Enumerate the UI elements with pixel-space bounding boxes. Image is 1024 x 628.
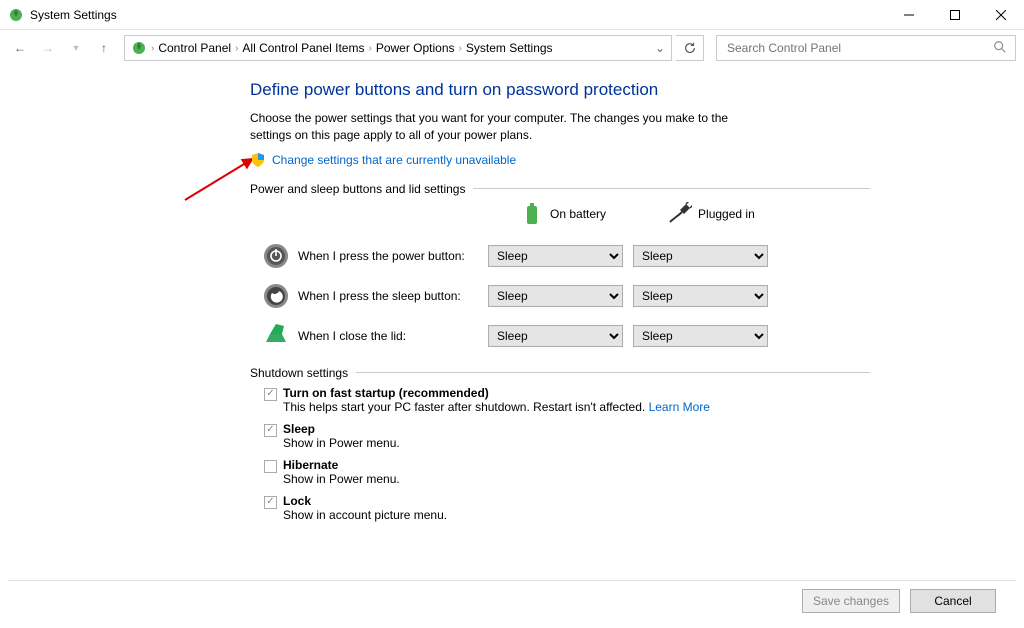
checkbox-sub: Show in Power menu. — [283, 472, 400, 486]
search-box[interactable] — [716, 35, 1016, 61]
chevron-right-icon: › — [459, 43, 462, 54]
search-icon — [993, 40, 1007, 57]
lid-battery-select[interactable]: Sleep — [488, 325, 623, 347]
checkbox-label: Lock — [283, 494, 447, 508]
window-controls — [886, 0, 1024, 30]
shutdown-list: Turn on fast startup (recommended) This … — [264, 386, 870, 522]
divider — [356, 372, 870, 373]
footer: Save changes Cancel — [8, 580, 1016, 620]
checkbox-fast-startup: Turn on fast startup (recommended) This … — [264, 386, 870, 414]
section-legend: Shutdown settings — [250, 366, 870, 380]
breadcrumb-item[interactable]: Power Options — [376, 41, 455, 55]
checkbox[interactable] — [264, 496, 277, 509]
close-button[interactable] — [978, 0, 1024, 30]
plug-icon — [668, 202, 692, 226]
battery-icon — [520, 202, 544, 226]
sleep-button-icon — [262, 282, 290, 310]
lid-plugged-select[interactable]: Sleep — [633, 325, 768, 347]
row-close-lid: When I close the lid: Sleep Sleep — [250, 316, 870, 356]
checkbox-sub: Show in Power menu. — [283, 436, 400, 450]
window-title: System Settings — [30, 8, 117, 22]
refresh-icon — [683, 41, 697, 55]
forward-button[interactable]: → — [36, 36, 60, 60]
chevron-right-icon: › — [151, 43, 154, 54]
laptop-lid-icon — [262, 322, 290, 350]
cancel-button[interactable]: Cancel — [910, 589, 996, 613]
refresh-button[interactable] — [676, 35, 704, 61]
back-button[interactable]: ← — [8, 36, 32, 60]
shield-icon — [250, 152, 266, 168]
change-settings-row: Change settings that are currently unava… — [250, 152, 870, 168]
chevron-down-icon[interactable]: ⌄ — [655, 41, 665, 55]
row-label: When I press the sleep button: — [298, 289, 488, 303]
col-battery-label: On battery — [550, 207, 606, 221]
up-button[interactable]: ↑ — [92, 36, 116, 60]
chevron-right-icon: › — [368, 43, 371, 54]
column-headers: On battery Plugged in — [250, 202, 870, 226]
checkbox-sub: This helps start your PC faster after sh… — [283, 400, 710, 414]
minimize-button[interactable] — [886, 0, 932, 30]
section-legend: Power and sleep buttons and lid settings — [250, 182, 870, 196]
recent-locations-button[interactable]: ▾ — [64, 36, 88, 60]
sleep-button-plugged-select[interactable]: Sleep — [633, 285, 768, 307]
power-button-battery-select[interactable]: Sleep — [488, 245, 623, 267]
section-legend-text: Shutdown settings — [250, 366, 348, 380]
row-sleep-button: When I press the sleep button: Sleep Sle… — [250, 276, 870, 316]
breadcrumb-item[interactable]: System Settings — [466, 41, 553, 55]
section-legend-text: Power and sleep buttons and lid settings — [250, 182, 465, 196]
checkbox[interactable] — [264, 460, 277, 473]
power-button-section: Power and sleep buttons and lid settings… — [250, 182, 870, 356]
app-icon — [8, 7, 24, 23]
row-label: When I close the lid: — [298, 329, 488, 343]
checkbox-hibernate: Hibernate Show in Power menu. — [264, 458, 870, 486]
checkbox-label: Hibernate — [283, 458, 400, 472]
chevron-right-icon: › — [235, 43, 238, 54]
col-plugged-label: Plugged in — [698, 207, 755, 221]
divider — [473, 188, 870, 189]
checkbox-sleep: Sleep Show in Power menu. — [264, 422, 870, 450]
maximize-button[interactable] — [932, 0, 978, 30]
search-input[interactable] — [725, 40, 993, 56]
power-button-icon — [262, 242, 290, 270]
checkbox-lock: Lock Show in account picture menu. — [264, 494, 870, 522]
checkbox[interactable] — [264, 424, 277, 437]
change-settings-link[interactable]: Change settings that are currently unava… — [272, 153, 516, 167]
page-description: Choose the power settings that you want … — [250, 110, 770, 144]
content-area: Define power buttons and turn on passwor… — [250, 80, 870, 532]
power-button-plugged-select[interactable]: Sleep — [633, 245, 768, 267]
row-label: When I press the power button: — [298, 249, 488, 263]
learn-more-link[interactable]: Learn More — [649, 400, 710, 414]
breadcrumb-item[interactable]: Control Panel — [158, 41, 231, 55]
checkbox-label: Sleep — [283, 422, 400, 436]
location-icon — [131, 40, 147, 56]
shutdown-section: Shutdown settings Turn on fast startup (… — [250, 366, 870, 522]
titlebar: System Settings — [0, 0, 1024, 30]
page-title: Define power buttons and turn on passwor… — [250, 80, 870, 100]
checkbox-label: Turn on fast startup (recommended) — [283, 386, 710, 400]
save-button[interactable]: Save changes — [802, 589, 900, 613]
sleep-button-battery-select[interactable]: Sleep — [488, 285, 623, 307]
navbar: ← → ▾ ↑ › Control Panel › All Control Pa… — [0, 30, 1024, 66]
address-bar[interactable]: › Control Panel › All Control Panel Item… — [124, 35, 672, 61]
row-power-button: When I press the power button: Sleep Sle… — [250, 236, 870, 276]
checkbox-sub: Show in account picture menu. — [283, 508, 447, 522]
checkbox[interactable] — [264, 388, 277, 401]
breadcrumb-item[interactable]: All Control Panel Items — [242, 41, 364, 55]
